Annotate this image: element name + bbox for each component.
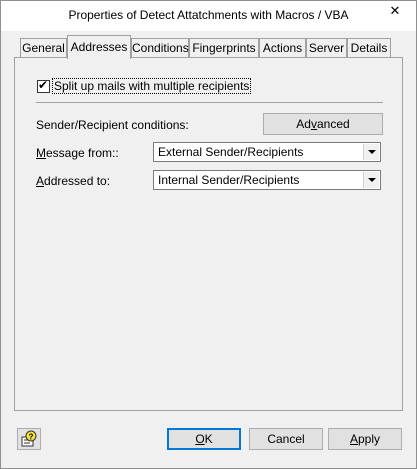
ok-button[interactable]: OK (167, 428, 241, 450)
tab-actions[interactable]: Actions (259, 38, 306, 58)
tab-details[interactable]: Details (347, 38, 391, 58)
tab-server[interactable]: Server (306, 38, 347, 58)
tab-general[interactable]: General (20, 38, 67, 58)
chevron-down-icon[interactable] (363, 144, 379, 160)
title-bar: Properties of Detect Attatchments with M… (1, 1, 416, 31)
separator (36, 102, 383, 103)
cancel-button[interactable]: Cancel (249, 428, 323, 450)
apply-label-accel: A (349, 432, 358, 446)
close-icon[interactable]: ✕ (380, 1, 410, 21)
split-recipients-checkbox[interactable]: ✔ (37, 78, 50, 93)
ok-label-accel: O (195, 432, 205, 446)
apply-button[interactable]: Apply (328, 428, 402, 450)
addressed-to-select[interactable]: Internal Sender/Recipients (153, 170, 381, 190)
conditions-label: Sender/Recipient conditions: (36, 118, 189, 132)
message-from-text: essage from:: (46, 146, 119, 160)
apply-label-rest: pply (358, 432, 381, 446)
advanced-label-post: anced (316, 117, 350, 131)
window-title: Properties of Detect Attatchments with M… (68, 8, 349, 22)
message-from-value: External Sender/Recipients (158, 145, 304, 159)
split-recipients-label[interactable]: Split up mails with multiple recipients (52, 78, 252, 94)
help-button[interactable]: ? (17, 428, 41, 450)
chevron-down-icon[interactable] (363, 172, 379, 188)
message-from-accel: M (36, 146, 46, 160)
addressed-to-text: ddressed to: (44, 174, 111, 188)
advanced-button[interactable]: Advanced (263, 113, 383, 135)
addresses-panel (14, 57, 403, 411)
addressed-to-accel: A (36, 174, 45, 188)
svg-text:?: ? (29, 433, 34, 442)
message-from-label: Message from:: (36, 146, 119, 160)
help-icon: ? (21, 430, 37, 447)
tab-fingerprints[interactable]: Fingerprints (189, 38, 259, 58)
checkmark-icon: ✔ (38, 78, 49, 92)
tab-addresses[interactable]: Addresses (67, 35, 131, 59)
addressed-to-label: Addressed to: (36, 174, 110, 188)
advanced-label-pre: Ad (296, 117, 311, 131)
tab-conditions[interactable]: Conditions (131, 38, 189, 58)
message-from-select[interactable]: External Sender/Recipients (153, 142, 381, 162)
properties-dialog: Properties of Detect Attatchments with M… (0, 0, 417, 469)
ok-label-rest: K (204, 432, 213, 446)
addressed-to-value: Internal Sender/Recipients (158, 173, 300, 187)
